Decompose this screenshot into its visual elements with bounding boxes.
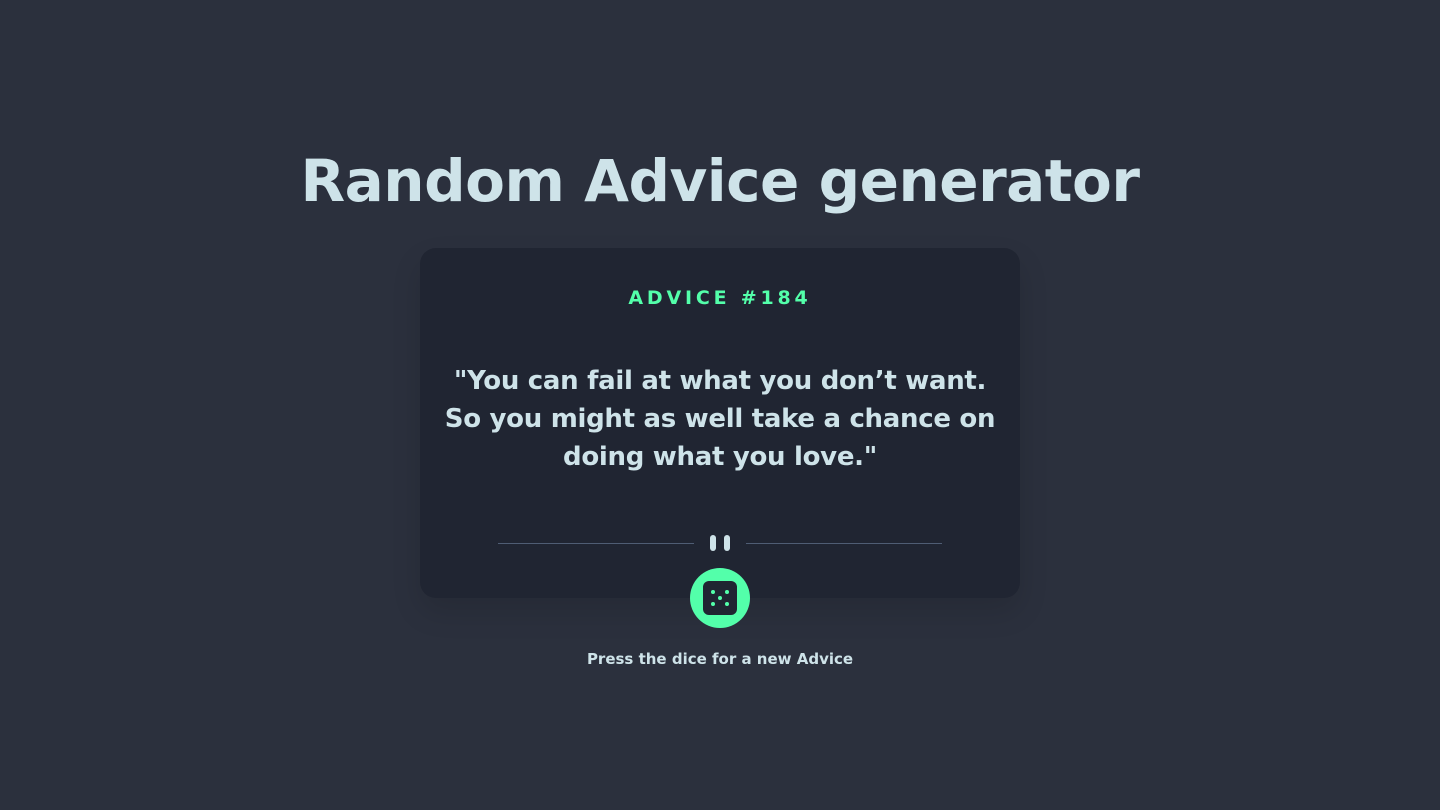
divider-line-left [498, 543, 694, 544]
advice-card: ADVICE #184 "You can fail at what you do… [420, 248, 1020, 598]
pause-icon [710, 535, 730, 551]
dice-button[interactable] [690, 568, 750, 628]
page-title: Random Advice generator [300, 147, 1141, 215]
dice-hint-text: Press the dice for a new Advice [586, 650, 854, 668]
page: Random Advice generator ADVICE #184 "You… [0, 0, 1440, 810]
advice-id-label: ADVICE #184 [628, 287, 812, 309]
card-divider [498, 533, 942, 553]
dice-icon [703, 581, 737, 615]
advice-quote: "You can fail at what you don’t want. So… [444, 366, 996, 472]
divider-line-right [746, 543, 942, 544]
